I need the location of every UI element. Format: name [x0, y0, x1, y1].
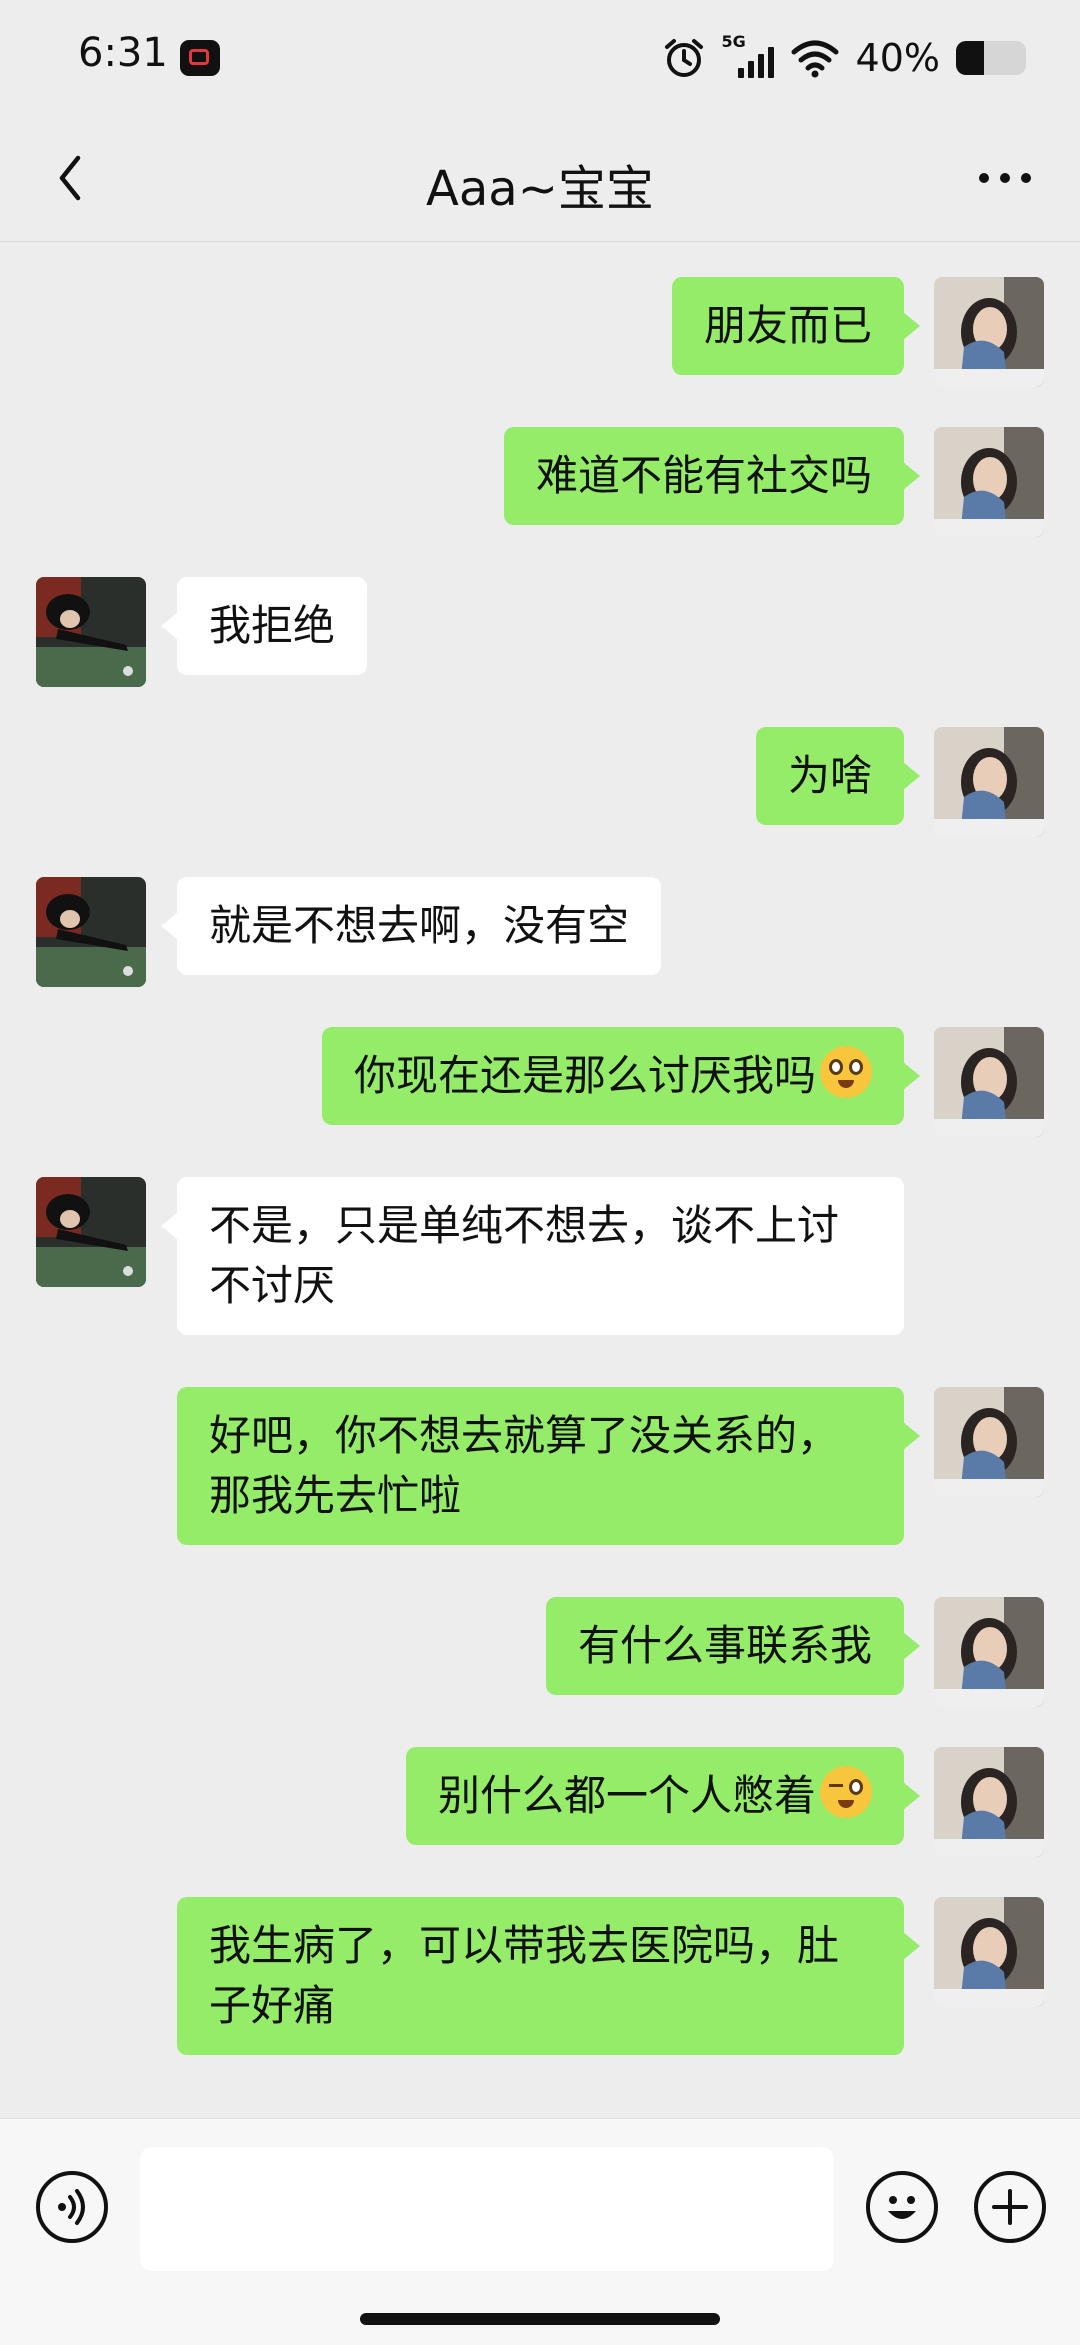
my-avatar[interactable]	[934, 1387, 1044, 1497]
message-bubble[interactable]: 你现在还是那么讨厌我吗	[321, 1027, 921, 1125]
chat-header: Aaa~宝宝	[0, 115, 1080, 242]
message-bubble[interactable]: 我拒绝	[160, 577, 368, 675]
message-row: 不是，只是单纯不想去，谈不上讨不讨厌	[0, 1177, 1080, 1347]
message-list[interactable]: 朋友而已 难道不能有社交吗 我拒绝 为啥 就是不想去啊，没有空 你现在还是那么讨…	[0, 242, 1080, 2118]
my-avatar[interactable]	[934, 1027, 1044, 1137]
message-bubble[interactable]: 好吧，你不想去就算了没关系的，那我先去忙啦	[177, 1387, 920, 1545]
message-bubble[interactable]: 有什么事联系我	[545, 1597, 921, 1695]
more-icon[interactable]	[970, 148, 1040, 208]
message-row: 别什么都一个人憋着	[0, 1747, 1080, 1857]
message-bubble[interactable]: 就是不想去啊，没有空	[160, 877, 662, 975]
battery-icon	[956, 41, 1026, 75]
my-avatar[interactable]	[934, 1747, 1044, 1857]
message-row: 为啥	[0, 727, 1080, 837]
contact-avatar[interactable]	[36, 1177, 146, 1287]
input-bar	[0, 2118, 1080, 2345]
contact-avatar[interactable]	[36, 577, 146, 687]
message-bubble[interactable]: 朋友而已	[671, 277, 921, 375]
message-row: 你现在还是那么讨厌我吗	[0, 1027, 1080, 1137]
winking-face-emoji	[820, 1766, 872, 1818]
wifi-icon	[791, 40, 839, 78]
battery-level	[956, 41, 984, 75]
home-indicator[interactable]	[360, 2313, 720, 2325]
voice-icon[interactable]	[36, 2171, 108, 2243]
status-icons: 5G 40%	[662, 28, 1026, 88]
battery-percent: 40%	[855, 36, 940, 80]
emoji-icon[interactable]	[866, 2171, 938, 2243]
status-bar: 6:31 5G 40%	[0, 0, 1080, 115]
message-bubble[interactable]: 不是，只是单纯不想去，谈不上讨不讨厌	[161, 1177, 904, 1335]
my-avatar[interactable]	[934, 427, 1044, 537]
message-text: 你现在还是那么讨厌我吗	[353, 1051, 816, 1100]
message-row: 我生病了，可以带我去医院吗，肚子好痛	[0, 1897, 1080, 2067]
message-row: 好吧，你不想去就算了没关系的，那我先去忙啦	[0, 1387, 1080, 1557]
chat-title: Aaa~宝宝	[426, 161, 654, 217]
message-text: 别什么都一个人憋着	[437, 1771, 816, 1820]
signal-icon: 5G	[722, 32, 774, 80]
my-avatar[interactable]	[934, 277, 1044, 387]
screen-record-icon	[180, 40, 220, 76]
pleading-face-emoji	[820, 1046, 872, 1098]
status-time: 6:31	[78, 30, 168, 76]
message-bubble[interactable]: 难道不能有社交吗	[503, 427, 921, 525]
message-row: 我拒绝	[0, 577, 1080, 687]
my-avatar[interactable]	[934, 727, 1044, 837]
my-avatar[interactable]	[934, 1597, 1044, 1707]
message-row: 难道不能有社交吗	[0, 427, 1080, 537]
message-input[interactable]	[140, 2147, 834, 2271]
message-row: 就是不想去啊，没有空	[0, 877, 1080, 987]
contact-avatar[interactable]	[36, 877, 146, 987]
message-bubble[interactable]: 我生病了，可以带我去医院吗，肚子好痛	[177, 1897, 920, 2055]
message-row: 朋友而已	[0, 277, 1080, 387]
message-bubble[interactable]: 为啥	[755, 727, 921, 825]
message-row: 有什么事联系我	[0, 1597, 1080, 1707]
message-bubble[interactable]: 别什么都一个人憋着	[405, 1747, 921, 1845]
alarm-icon	[664, 39, 703, 77]
my-avatar[interactable]	[934, 1897, 1044, 2007]
plus-icon[interactable]	[974, 2171, 1046, 2243]
